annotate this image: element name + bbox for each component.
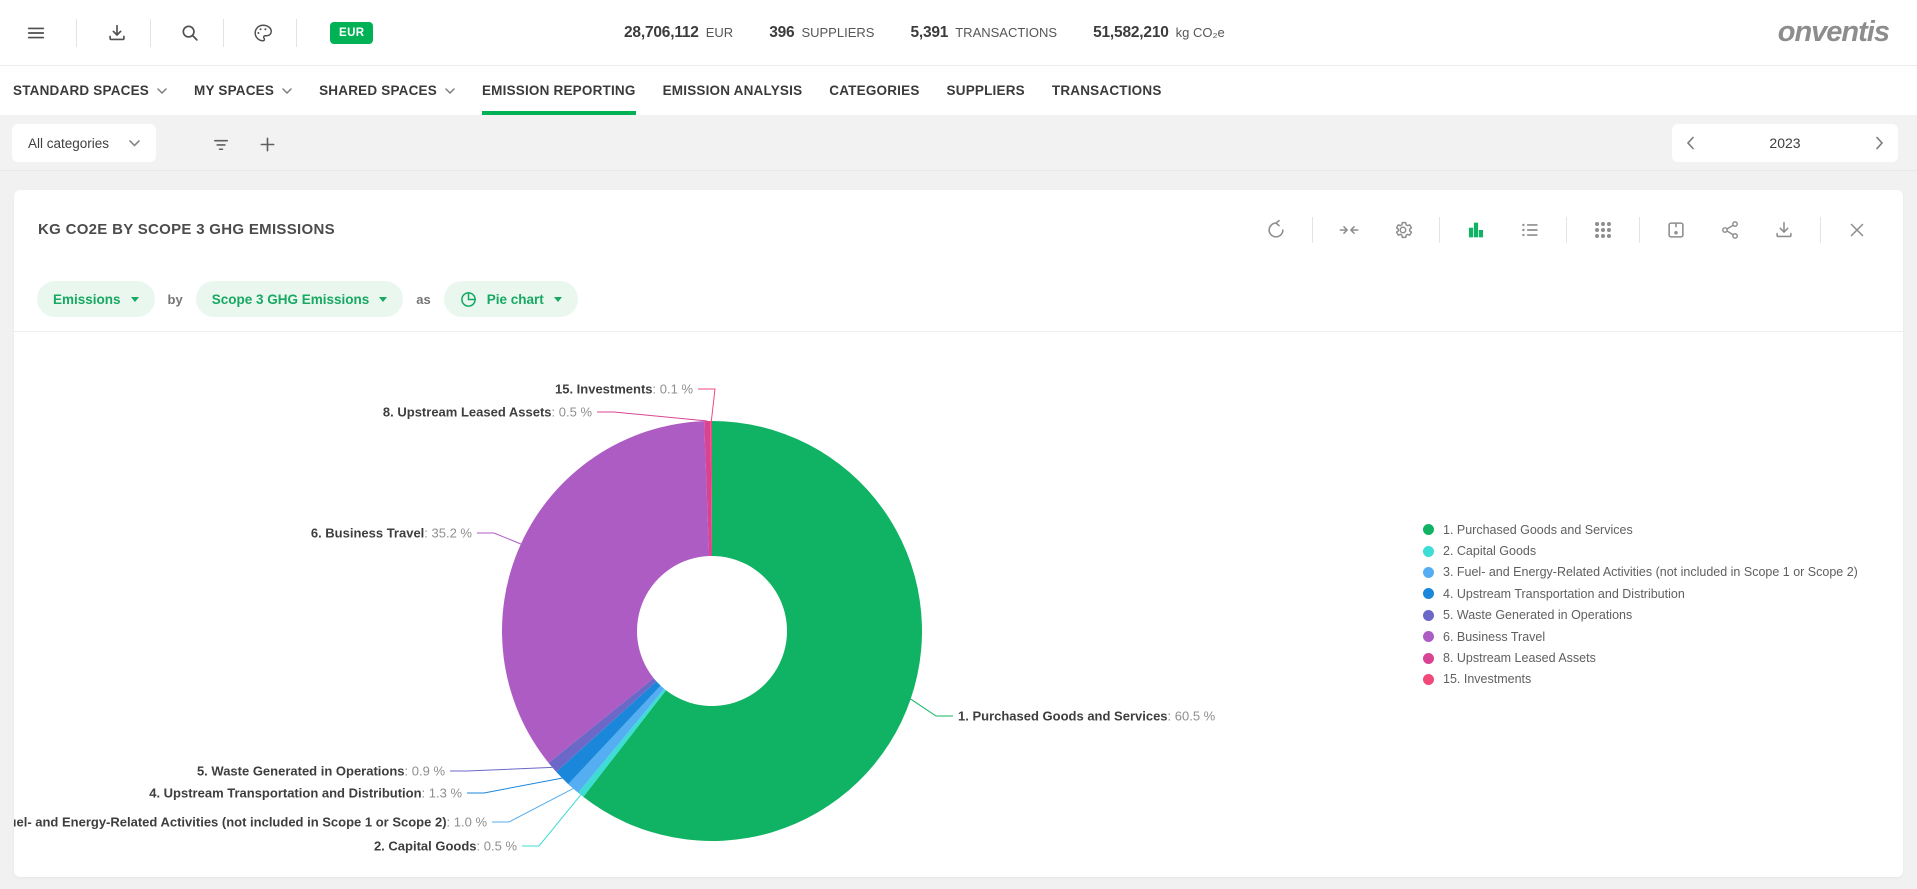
tab-label: SUPPLIERS	[947, 83, 1025, 98]
divider	[76, 19, 77, 47]
onventis-logo: onventis	[1778, 16, 1889, 49]
slice-label: 6. Business Travel: 35.2 %	[311, 526, 473, 541]
chevron-down-icon	[282, 88, 292, 94]
stat-item: 51,582,210 kg CO₂e	[1093, 24, 1225, 42]
legend-label: 8. Upstream Leased Assets	[1443, 651, 1596, 665]
divider	[150, 19, 151, 47]
legend-item[interactable]: 6. Business Travel	[1423, 626, 1858, 647]
legend-item[interactable]: 8. Upstream Leased Assets	[1423, 647, 1858, 668]
filter-bar: All categories 2023	[0, 115, 1917, 171]
tab-label: CATEGORIES	[829, 83, 919, 98]
legend-dot	[1423, 588, 1434, 599]
legend-item[interactable]: 3. Fuel- and Energy-Related Activities (…	[1423, 562, 1858, 583]
next-year-button[interactable]	[1875, 136, 1884, 150]
stat-value: 51,582,210	[1093, 24, 1169, 42]
palette-icon[interactable]	[243, 13, 283, 53]
tab-suppliers[interactable]: SUPPLIERS	[947, 66, 1025, 115]
label-leader-line	[597, 412, 707, 421]
top-bar: EUR 28,706,112 EUR 396 SUPPLIERS 5,391 TRANSA…	[0, 0, 1917, 66]
legend-dot	[1423, 631, 1434, 642]
legend-dot	[1423, 546, 1434, 557]
label-leader-line	[522, 795, 581, 846]
slice-label: 8. Upstream Leased Assets: 0.5 %	[383, 405, 593, 420]
legend-item[interactable]: 5. Waste Generated in Operations	[1423, 605, 1858, 626]
year-selector: 2023	[1672, 124, 1898, 162]
divider	[223, 19, 224, 47]
legend-dot	[1423, 524, 1434, 535]
legend-label: 4. Upstream Transportation and Distribut…	[1443, 587, 1685, 601]
legend-label: 2. Capital Goods	[1443, 544, 1536, 558]
slice-label: 2. Capital Goods: 0.5 %	[374, 839, 517, 854]
filter-icon[interactable]	[204, 132, 238, 156]
legend-dot	[1423, 674, 1434, 685]
tab-label: STANDARD SPACES	[13, 83, 149, 98]
label-leader-line	[450, 767, 552, 771]
label-leader-line	[698, 389, 715, 421]
tab-transactions[interactable]: TRANSACTIONS	[1052, 66, 1162, 115]
label-leader-line	[492, 789, 573, 822]
previous-year-button[interactable]	[1686, 136, 1695, 150]
chart-legend: 1. Purchased Goods and Services 2. Capita…	[1423, 519, 1858, 690]
add-widget-icon[interactable]	[250, 132, 284, 156]
stat-value: 396	[769, 24, 794, 42]
main-content: KG CO2E BY SCOPE 3 GHG EMISSIONS	[0, 172, 1917, 889]
legend-label: 3. Fuel- and Energy-Related Activities (…	[1443, 565, 1858, 579]
legend-dot	[1423, 653, 1434, 664]
stat-unit: kg CO₂e	[1176, 25, 1225, 40]
search-icon[interactable]	[170, 13, 210, 53]
stat-item: 5,391 TRANSACTIONS	[910, 24, 1057, 42]
label-leader-line	[477, 533, 521, 544]
category-dropdown[interactable]: All categories	[12, 124, 156, 162]
legend-item[interactable]: 4. Upstream Transportation and Distribut…	[1423, 583, 1858, 604]
tab-label: TRANSACTIONS	[1052, 83, 1162, 98]
chart-area[interactable]: 1. Purchased Goods and Services: 60.5 % 2…	[14, 190, 1903, 877]
slice-label: 3. Fuel- and Energy-Related Activities (…	[14, 815, 487, 830]
stat-value: 28,706,112	[624, 24, 699, 42]
tab-categories[interactable]: CATEGORIES	[829, 66, 919, 115]
tab-label: MY SPACES	[194, 83, 274, 98]
slice-label: 4. Upstream Transportation and Distribut…	[149, 786, 462, 801]
app-window: EUR 28,706,112 EUR 396 SUPPLIERS 5,391 TRANSA…	[0, 0, 1917, 889]
stat-value: 5,391	[910, 24, 948, 42]
legend-dot	[1423, 610, 1434, 621]
download-icon[interactable]	[97, 13, 137, 53]
slice-label: 15. Investments: 0.1 %	[555, 382, 693, 397]
legend-label: 15. Investments	[1443, 672, 1531, 686]
stat-item: 28,706,112 EUR	[624, 24, 733, 42]
tab-my-spaces[interactable]: MY SPACES	[194, 66, 292, 115]
slice-label: 5. Waste Generated in Operations: 0.9 %	[197, 764, 445, 779]
header-stats: 28,706,112 EUR 396 SUPPLIERS 5,391 TRANSACTIO…	[624, 0, 1225, 66]
legend-label: 6. Business Travel	[1443, 630, 1545, 644]
stat-unit: SUPPLIERS	[801, 25, 874, 40]
chevron-down-icon	[129, 140, 140, 147]
legend-label: 1. Purchased Goods and Services	[1443, 523, 1633, 537]
chevron-down-icon	[157, 88, 167, 94]
tab-emission-reporting[interactable]: EMISSION REPORTING	[482, 66, 636, 115]
menu-icon[interactable]	[16, 13, 56, 53]
legend-item[interactable]: 1. Purchased Goods and Services	[1423, 519, 1858, 540]
stat-item: 396 SUPPLIERS	[769, 24, 874, 42]
legend-item[interactable]: 15. Investments	[1423, 669, 1858, 690]
currency-badge[interactable]: EUR	[330, 22, 373, 44]
chart-card: KG CO2E BY SCOPE 3 GHG EMISSIONS	[14, 190, 1903, 877]
tab-label: EMISSION REPORTING	[482, 83, 636, 98]
category-dropdown-value: All categories	[28, 136, 109, 151]
year-value: 2023	[1769, 135, 1800, 151]
slice-label: 1. Purchased Goods and Services: 60.5 %	[958, 709, 1216, 724]
nav-tabs: STANDARD SPACES MY SPACES SHARED SPACES EMI…	[0, 66, 1917, 115]
stat-unit: TRANSACTIONS	[955, 25, 1057, 40]
tab-label: EMISSION ANALYSIS	[663, 83, 803, 98]
tab-standard-spaces[interactable]: STANDARD SPACES	[13, 66, 167, 115]
tab-emission-analysis[interactable]: EMISSION ANALYSIS	[663, 66, 803, 115]
tab-shared-spaces[interactable]: SHARED SPACES	[319, 66, 455, 115]
legend-item[interactable]: 2. Capital Goods	[1423, 540, 1858, 561]
legend-dot	[1423, 567, 1434, 578]
divider	[296, 19, 297, 47]
chevron-down-icon	[445, 88, 455, 94]
label-leader-line	[467, 778, 562, 793]
tab-label: SHARED SPACES	[319, 83, 437, 98]
legend-label: 5. Waste Generated in Operations	[1443, 608, 1632, 622]
label-leader-line	[911, 699, 953, 716]
stat-unit: EUR	[706, 25, 733, 40]
